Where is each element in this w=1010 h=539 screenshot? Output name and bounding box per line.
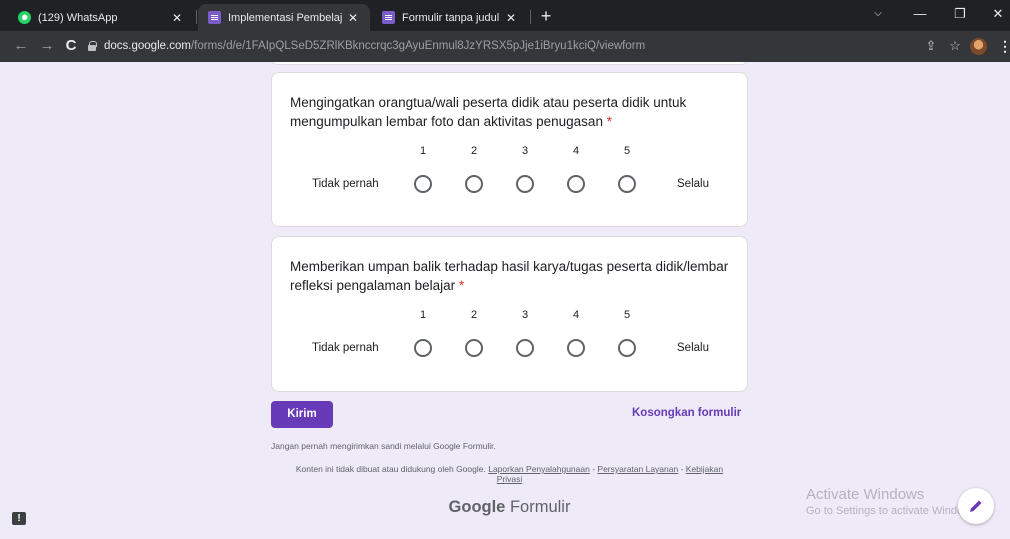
edit-fab-button[interactable] (958, 488, 994, 524)
tab-title: (129) WhatsApp (38, 11, 118, 24)
scale-low-label: Tidak pernah (312, 178, 379, 190)
tab-separator (530, 10, 531, 24)
clear-form-link[interactable]: Kosongkan formulir (632, 407, 741, 419)
scale-number: 4 (572, 145, 580, 157)
new-tab-button[interactable]: + (534, 4, 558, 28)
browser-tab-bar: (129) WhatsApp ✕ Implementasi Pembelajar… (0, 0, 1010, 31)
required-asterisk: * (458, 278, 465, 293)
report-abuse-link[interactable]: Laporkan Penyalahgunaan (488, 464, 590, 474)
scale-radio-1[interactable] (414, 339, 432, 357)
tab-implementasi[interactable]: Implementasi Pembelajaran Jarak ✕ (198, 4, 370, 31)
scale-radio-4[interactable] (567, 175, 585, 193)
maximize-button[interactable]: ❐ (940, 0, 980, 31)
url-field[interactable]: docs.google.com /forms/d/e/1FAIpQLSeD5ZR… (86, 35, 986, 57)
brand-google: Google (448, 498, 506, 516)
close-window-button[interactable]: ✕ (978, 0, 1010, 31)
previous-question-card (271, 62, 748, 65)
linear-scale: Tidak pernah 1 2 3 4 5 Selalu (290, 131, 729, 231)
scale-high-label: Selalu (677, 342, 709, 354)
watermark-subtitle: Go to Settings to activate Windows. (806, 505, 980, 517)
lock-icon[interactable] (86, 40, 98, 52)
profile-avatar[interactable] (970, 38, 987, 55)
google-forms-logo[interactable]: Google Formulir (271, 498, 748, 517)
whatsapp-icon (18, 11, 31, 24)
reload-button[interactable]: C (60, 31, 82, 62)
address-bar: ← → C docs.google.com /forms/d/e/1FAIpQL… (0, 31, 1010, 62)
required-asterisk: * (606, 114, 612, 129)
scale-radio-3[interactable] (516, 339, 534, 357)
tab-whatsapp[interactable]: (129) WhatsApp ✕ (8, 4, 194, 31)
scale-radio-1[interactable] (414, 175, 432, 193)
back-button[interactable]: ← (10, 31, 32, 62)
tab-close-icon[interactable]: ✕ (346, 11, 360, 25)
tab-title: Implementasi Pembelajaran Jarak (228, 11, 342, 24)
tab-formulir[interactable]: Formulir tanpa judul - Google Fo ✕ (372, 4, 528, 31)
separator: - (678, 464, 686, 474)
feedback-icon[interactable]: ! (12, 512, 26, 525)
scale-number: 3 (521, 309, 529, 321)
question-card: Memberikan umpan balik terhadap hasil ka… (271, 236, 748, 392)
activate-windows-watermark: Activate Windows Go to Settings to activ… (806, 486, 980, 517)
scale-radio-3[interactable] (516, 175, 534, 193)
pencil-icon (970, 500, 982, 512)
scale-radio-2[interactable] (465, 339, 483, 357)
password-warning: Jangan pernah mengirimkan sandi melalui … (271, 441, 496, 451)
tab-title: Formulir tanpa judul - Google Fo (402, 11, 500, 24)
linear-scale: Tidak pernah 1 2 3 4 5 Selalu (290, 295, 729, 395)
scale-high-label: Selalu (677, 178, 709, 190)
tab-separator (196, 10, 197, 24)
submit-button[interactable]: Kirim (271, 401, 333, 428)
privacy-link-cont[interactable]: Privasi (497, 474, 523, 484)
scale-radio-5[interactable] (618, 175, 636, 193)
question-card: Mengingatkan orangtua/wali peserta didik… (271, 72, 748, 227)
forms-icon (208, 11, 221, 24)
question-label: Memberikan umpan balik terhadap hasil ka… (290, 259, 729, 293)
question-text: Memberikan umpan balik terhadap hasil ka… (290, 257, 729, 295)
scale-number: 2 (470, 309, 478, 321)
scale-radio-4[interactable] (567, 339, 585, 357)
bookmark-star-icon[interactable]: ☆ (944, 31, 966, 62)
forward-button[interactable]: → (36, 31, 58, 62)
privacy-link[interactable]: Kebijakan (686, 464, 723, 474)
scale-number: 3 (521, 145, 529, 157)
url-host: docs.google.com (104, 40, 191, 52)
disclaimer: Konten ini tidak dibuat atau didukung ol… (271, 464, 748, 484)
scale-number: 4 (572, 309, 580, 321)
tab-search-icon[interactable]: ⌵ (858, 0, 898, 31)
scale-low-label: Tidak pernah (312, 342, 379, 354)
scale-number: 1 (419, 145, 427, 157)
browser-menu-icon[interactable]: ⋮ (998, 31, 1010, 62)
question-label: Mengingatkan orangtua/wali peserta didik… (290, 95, 687, 129)
brand-product: Formulir (509, 498, 571, 516)
watermark-title: Activate Windows (806, 486, 925, 503)
form-page: Mengingatkan orangtua/wali peserta didik… (0, 62, 1010, 539)
terms-link[interactable]: Persyaratan Layanan (597, 464, 678, 474)
share-icon[interactable]: ⇪ (920, 31, 942, 62)
scale-number: 1 (419, 309, 427, 321)
scale-number: 5 (623, 145, 631, 157)
scale-number: 2 (470, 145, 478, 157)
scale-number: 5 (623, 309, 631, 321)
scale-radio-5[interactable] (618, 339, 636, 357)
tab-close-icon[interactable]: ✕ (504, 11, 518, 25)
tab-close-icon[interactable]: ✕ (170, 11, 184, 25)
url-path: /forms/d/e/1FAIpQLSeD5ZRlKBknccrqc3gAyuE… (190, 40, 646, 52)
minimize-button[interactable]: — (900, 0, 940, 31)
forms-icon (382, 11, 395, 24)
question-text: Mengingatkan orangtua/wali peserta didik… (290, 93, 729, 131)
disclaimer-text: Konten ini tidak dibuat atau didukung ol… (295, 464, 486, 474)
scale-radio-2[interactable] (465, 175, 483, 193)
